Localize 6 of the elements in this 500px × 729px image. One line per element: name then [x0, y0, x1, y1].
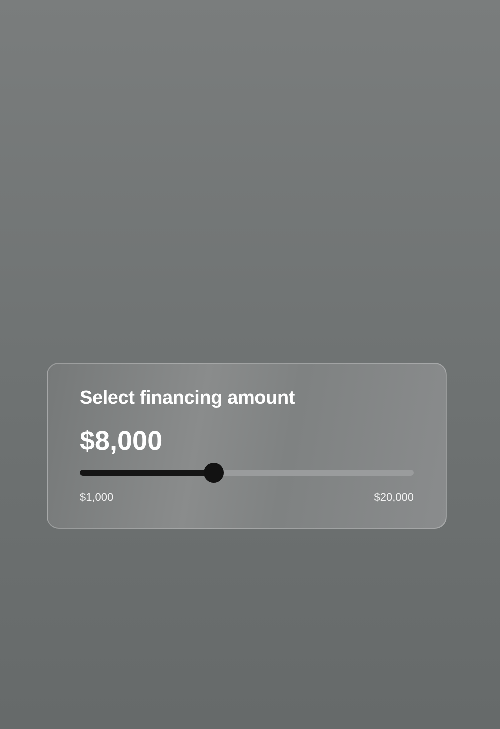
max-label: $20,000: [374, 491, 414, 505]
min-label: $1,000: [80, 491, 114, 505]
slider-thumb[interactable]: [204, 463, 224, 483]
card-title: Select financing amount: [80, 387, 296, 411]
amount-slider[interactable]: [80, 463, 414, 483]
amount-value: $8,000: [80, 425, 164, 457]
